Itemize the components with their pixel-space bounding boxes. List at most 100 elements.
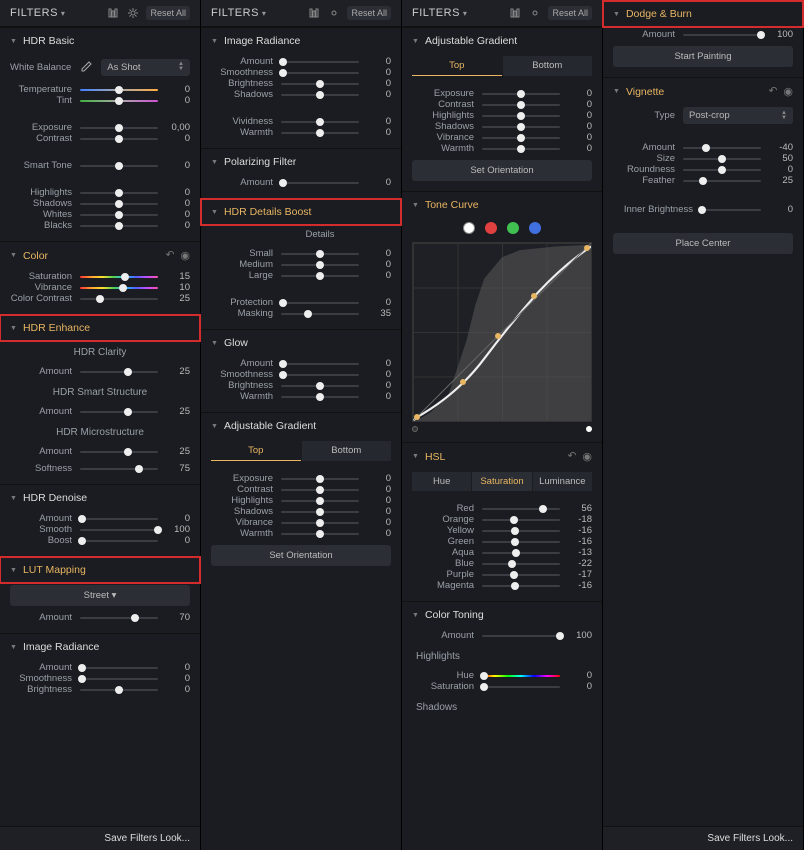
section-toggle-dodge-burn[interactable]: ▼Dodge & Burn (603, 1, 803, 27)
tone-curve-editor[interactable] (412, 242, 592, 422)
slider-masking[interactable] (281, 313, 359, 315)
slider-highlights[interactable] (281, 500, 359, 502)
slider-brightness[interactable] (80, 689, 158, 691)
slider-shadows[interactable] (281, 94, 359, 96)
slider-amount[interactable] (281, 61, 359, 63)
slider-warmth[interactable] (281, 132, 359, 134)
slider-highlights[interactable] (80, 192, 158, 194)
gear-icon[interactable] (528, 6, 542, 20)
section-toggle-vignette[interactable]: ▼Vignette ↶◉ (603, 78, 803, 105)
histogram-icon[interactable] (106, 6, 120, 20)
start-painting-button[interactable]: Start Painting (613, 46, 793, 67)
save-filters-look-button[interactable]: Save Filters Look... (603, 826, 803, 850)
slider-contrast[interactable] (482, 104, 560, 106)
slider-color-contrast[interactable] (80, 298, 158, 300)
section-toggle-image-radiance[interactable]: ▼Image Radiance (201, 28, 401, 54)
slider-warmth[interactable] (281, 533, 359, 535)
vignette-type-select[interactable]: Post-crop▲▼ (683, 107, 793, 124)
section-toggle-hdr-details-boost[interactable]: ▼HDR Details Boost (201, 199, 401, 225)
hsl-tab-luminance[interactable]: Luminance (533, 472, 592, 491)
set-orientation-button[interactable]: Set Orientation (412, 160, 592, 181)
slider-feather[interactable] (683, 180, 761, 182)
slider-warmth[interactable] (482, 148, 560, 150)
gradient-tab-top[interactable]: Top (211, 441, 301, 461)
gear-icon[interactable] (327, 6, 341, 20)
slider-amount[interactable] (80, 617, 158, 619)
slider-amount[interactable] (80, 667, 158, 669)
slider-saturation[interactable] (482, 686, 560, 688)
slider-temperature[interactable] (80, 89, 158, 91)
section-toggle-color-toning[interactable]: ▼Color Toning (402, 602, 602, 628)
slider-exposure[interactable] (281, 478, 359, 480)
slider-boost[interactable] (80, 540, 158, 542)
slider-blacks[interactable] (80, 225, 158, 227)
reset-all-button[interactable]: Reset All (548, 6, 592, 20)
slider-smoothness[interactable] (80, 678, 158, 680)
slider-amount[interactable] (281, 363, 359, 365)
section-toggle-lut-mapping[interactable]: ▼LUT Mapping (0, 557, 200, 583)
smart-tone-slider[interactable] (80, 165, 158, 167)
slider-size[interactable] (683, 158, 761, 160)
slider-blue[interactable] (482, 563, 560, 565)
slider-vibrance[interactable] (80, 287, 158, 289)
curve-channel-red[interactable] (485, 222, 497, 234)
slider-vibrance[interactable] (482, 137, 560, 139)
slider-roundness[interactable] (683, 169, 761, 171)
slider-highlights[interactable] (482, 115, 560, 117)
color-toning-amount-slider[interactable] (482, 635, 560, 637)
slider-amount[interactable] (80, 411, 158, 413)
undo-icon[interactable]: ↶ (166, 249, 175, 262)
slider-hue[interactable] (482, 675, 560, 677)
section-toggle-hdr-basic[interactable]: ▼HDR Basic (0, 28, 200, 54)
slider-medium[interactable] (281, 264, 359, 266)
reset-all-button[interactable]: Reset All (347, 6, 391, 20)
slider-tint[interactable] (80, 100, 158, 102)
slider-amount[interactable] (80, 518, 158, 520)
undo-icon[interactable]: ↶ (568, 450, 577, 463)
gear-icon[interactable] (126, 6, 140, 20)
slider-red[interactable] (482, 508, 560, 510)
slider-amount[interactable] (683, 147, 761, 149)
slider-shadows[interactable] (281, 511, 359, 513)
slider-protection[interactable] (281, 302, 359, 304)
curve-channel-rgb[interactable] (463, 222, 475, 234)
slider-contrast[interactable] (80, 138, 158, 140)
filters-dropdown[interactable]: FILTERS▾ (412, 7, 467, 19)
slider-purple[interactable] (482, 574, 560, 576)
slider-large[interactable] (281, 275, 359, 277)
visibility-icon[interactable]: ◉ (180, 249, 190, 262)
slider-contrast[interactable] (281, 489, 359, 491)
white-balance-select[interactable]: As Shot▲▼ (101, 59, 190, 76)
slider-warmth[interactable] (281, 396, 359, 398)
slider-amount[interactable] (281, 182, 359, 184)
section-toggle-polarizing[interactable]: ▼Polarizing Filter (201, 149, 401, 175)
slider-green[interactable] (482, 541, 560, 543)
undo-icon[interactable]: ↶ (769, 85, 778, 98)
slider-brightness[interactable] (281, 83, 359, 85)
save-filters-look-button[interactable]: Save Filters Look... (0, 826, 200, 850)
slider-saturation[interactable] (80, 276, 158, 278)
slider-vividness[interactable] (281, 121, 359, 123)
slider-vibrance[interactable] (281, 522, 359, 524)
slider-shadows[interactable] (80, 203, 158, 205)
slider-smoothness[interactable] (281, 72, 359, 74)
filters-dropdown[interactable]: FILTERS▾ (211, 7, 266, 19)
place-center-button[interactable]: Place Center (613, 233, 793, 254)
slider-orange[interactable] (482, 519, 560, 521)
slider-small[interactable] (281, 253, 359, 255)
slider-exposure[interactable] (482, 93, 560, 95)
visibility-icon[interactable]: ◉ (582, 450, 592, 463)
gradient-tab-top[interactable]: Top (412, 56, 502, 76)
slider-smooth[interactable] (80, 529, 158, 531)
slider-shadows[interactable] (482, 126, 560, 128)
slider-amount[interactable] (80, 451, 158, 453)
visibility-icon[interactable]: ◉ (783, 85, 793, 98)
eyedropper-icon[interactable] (77, 58, 95, 76)
slider-smoothness[interactable] (281, 374, 359, 376)
slider-exposure[interactable] (80, 127, 158, 129)
section-toggle-hdr-denoise[interactable]: ▼HDR Denoise (0, 485, 200, 511)
section-toggle-tone-curve[interactable]: ▼Tone Curve (402, 192, 602, 218)
section-toggle-glow[interactable]: ▼Glow (201, 330, 401, 356)
slider-yellow[interactable] (482, 530, 560, 532)
slider-brightness[interactable] (281, 385, 359, 387)
